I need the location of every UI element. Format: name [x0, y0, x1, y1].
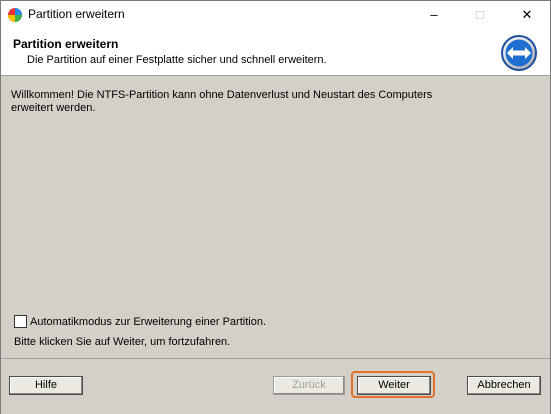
- minimize-button[interactable]: –: [411, 1, 457, 29]
- auto-mode-label[interactable]: Automatikmodus zur Erweiterung einer Par…: [30, 316, 266, 328]
- header-title: Partition erweitern: [13, 37, 119, 51]
- wizard-header: Partition erweitern Die Partition auf ei…: [1, 29, 550, 76]
- back-button[interactable]: Zurück: [273, 376, 345, 395]
- wizard-footer: Hilfe Zurück Weiter Abbrechen: [1, 358, 550, 414]
- app-icon: [8, 8, 22, 22]
- wizard-window: Partition erweitern – □ ✕ Partition erwe…: [0, 0, 551, 414]
- help-button[interactable]: Hilfe: [9, 376, 83, 395]
- maximize-button[interactable]: □: [457, 1, 503, 29]
- header-subtitle: Die Partition auf einer Festplatte siche…: [27, 54, 327, 66]
- resize-arrows-icon: [501, 35, 537, 71]
- continue-hint: Bitte klicken Sie auf Weiter, um fortzuf…: [14, 336, 231, 348]
- title-bar: Partition erweitern – □ ✕: [1, 1, 550, 29]
- window-title: Partition erweitern: [28, 7, 125, 21]
- auto-mode-checkbox[interactable]: [14, 315, 27, 328]
- next-button[interactable]: Weiter: [357, 376, 431, 395]
- cancel-button[interactable]: Abbrechen: [467, 376, 541, 395]
- close-button[interactable]: ✕: [504, 1, 550, 29]
- welcome-text: Willkommen! Die NTFS-Partition kann ohne…: [11, 89, 433, 114]
- wizard-content: Willkommen! Die NTFS-Partition kann ohne…: [1, 76, 550, 358]
